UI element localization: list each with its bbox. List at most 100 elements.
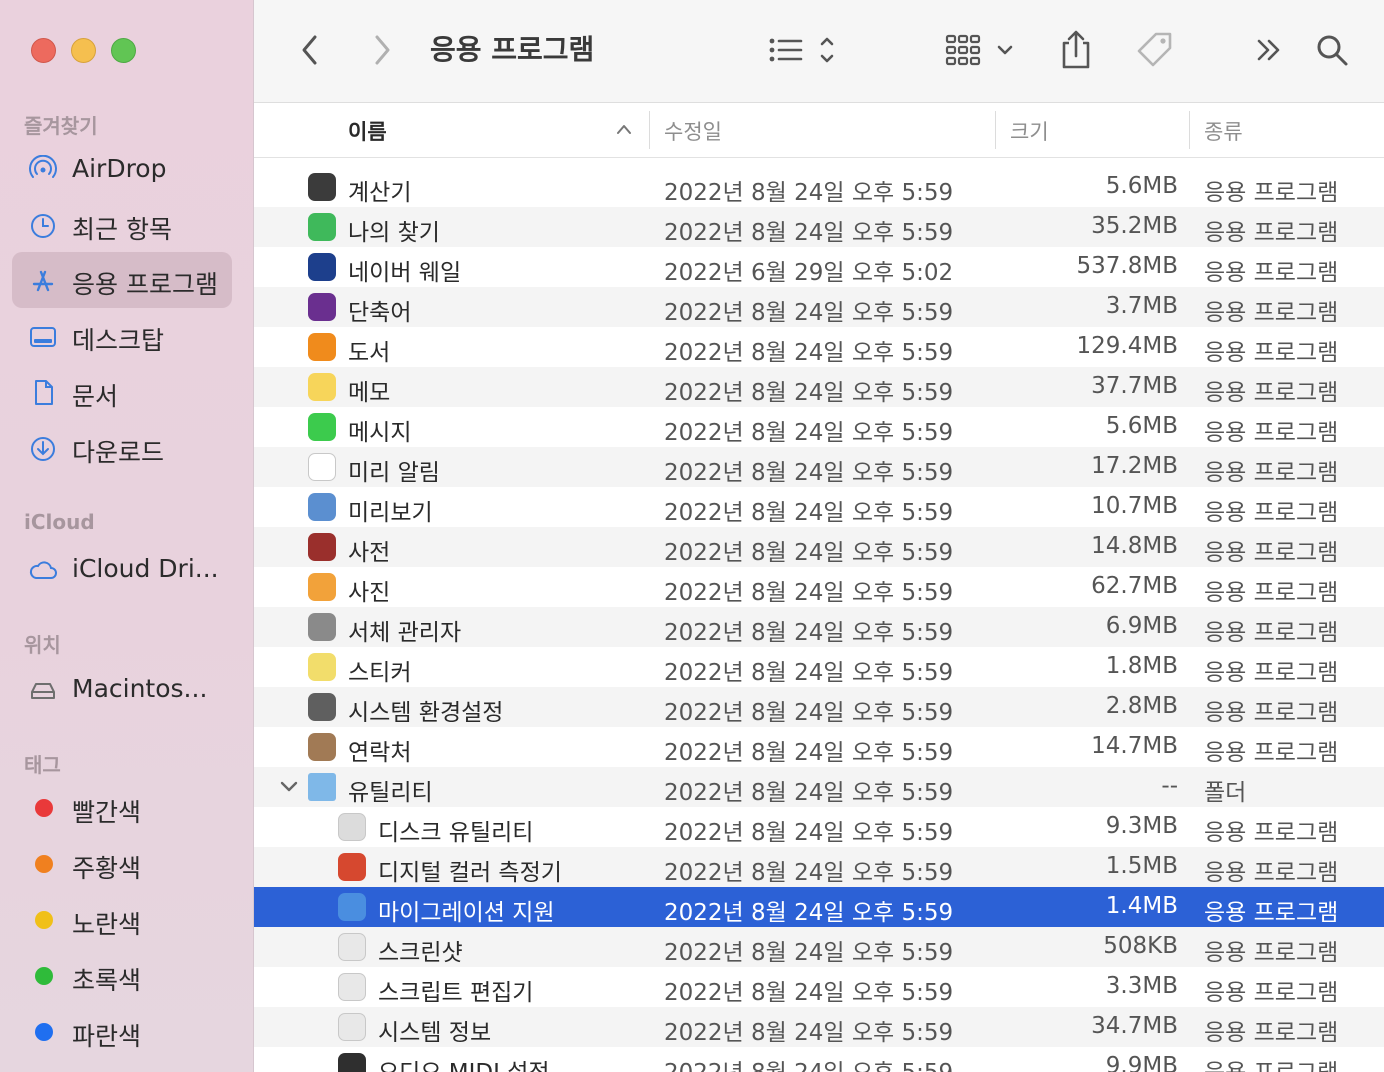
minimize-window-button[interactable] [71, 38, 96, 63]
tag-dot [35, 911, 53, 929]
sidebar: 즐겨찾기 AirDrop 최근 항목 응용 프로그램 데스크탑 문서 다운로드 … [0, 0, 254, 1072]
file-date: 2022년 8월 24일 오후 5:59 [664, 300, 954, 326]
file-row[interactable]: 네이버 웨일 2022년 6월 29일 오후 5:02 537.8MB 응용 프로그램 [254, 247, 1384, 287]
column-header-size[interactable]: 크기 [996, 103, 1188, 157]
sidebar-tag-blue[interactable]: 파란색 [12, 1004, 232, 1060]
file-kind: 응용 프로그램 [1204, 620, 1339, 646]
sidebar-item-icloud-drive[interactable]: iCloud Dri... [12, 541, 232, 597]
chevron-down-icon[interactable] [278, 775, 300, 797]
books-icon [308, 333, 336, 361]
chevron-left-icon [302, 35, 317, 65]
file-kind: 응용 프로그램 [1204, 1020, 1339, 1046]
file-kind: 응용 프로그램 [1204, 900, 1339, 926]
gear-icon [308, 693, 336, 721]
sidebar-tag-red[interactable]: 빨간색 [12, 780, 232, 836]
sidebar-item-label: iCloud Dri... [72, 554, 219, 583]
font-book-icon [308, 613, 336, 641]
notes-icon [308, 373, 336, 401]
sidebar-item-recents[interactable]: 최근 항목 [12, 197, 232, 253]
back-button[interactable] [292, 26, 328, 74]
sidebar-heading-tags: 태그 [24, 753, 61, 777]
close-window-button[interactable] [31, 38, 56, 63]
file-date: 2022년 8월 24일 오후 5:59 [664, 700, 954, 726]
column-header-kind[interactable]: 종류 [1190, 103, 1384, 157]
search-button[interactable] [1312, 26, 1352, 74]
file-date: 2022년 8월 24일 오후 5:59 [664, 620, 954, 646]
file-kind: 응용 프로그램 [1204, 540, 1339, 566]
sidebar-item-airdrop[interactable]: AirDrop [12, 141, 232, 197]
sidebar-heading-locations: 위치 [24, 633, 61, 657]
file-row[interactable]: 미리보기 2022년 8월 24일 오후 5:59 10.7MB 응용 프로그램 [254, 487, 1384, 527]
file-row[interactable]: 메시지 2022년 8월 24일 오후 5:59 5.6MB 응용 프로그램 [254, 407, 1384, 447]
file-row[interactable]: 스크립트 편집기 2022년 8월 24일 오후 5:59 3.3MB 응용 프로그램 [254, 967, 1384, 1007]
file-date: 2022년 8월 24일 오후 5:59 [664, 540, 954, 566]
file-row[interactable]: 메모 2022년 8월 24일 오후 5:59 37.7MB 응용 프로그램 [254, 367, 1384, 407]
file-name: 스티커 [348, 660, 412, 686]
file-row[interactable]: 나의 찾기 2022년 8월 24일 오후 5:59 35.2MB 응용 프로그램 [254, 207, 1384, 247]
file-kind: 응용 프로그램 [1204, 500, 1339, 526]
cloud-icon [29, 561, 57, 579]
column-header-date[interactable]: 수정일 [650, 103, 994, 157]
more-toolbar-button[interactable] [1252, 26, 1286, 74]
file-size: 34.7MB [1091, 1013, 1178, 1039]
zoom-window-button[interactable] [111, 38, 136, 63]
sidebar-tag-orange[interactable]: 주황색 [12, 836, 232, 892]
file-name: 나의 찾기 [348, 220, 440, 246]
file-name: 스크립트 편집기 [378, 980, 534, 1006]
file-size: 6.9MB [1105, 613, 1178, 639]
file-size: 3.3MB [1105, 973, 1178, 999]
file-row[interactable]: 디스크 유틸리티 2022년 8월 24일 오후 5:59 9.3MB 응용 프로그램 [254, 807, 1384, 847]
window-title: 응용 프로그램 [430, 33, 595, 66]
file-kind: 응용 프로그램 [1204, 220, 1339, 246]
file-row[interactable]: 시스템 정보 2022년 8월 24일 오후 5:59 34.7MB 응용 프로그램 [254, 1007, 1384, 1047]
sidebar-item-macintosh-hd[interactable]: Macintos... [12, 661, 232, 717]
file-size: 17.2MB [1091, 453, 1178, 479]
group-button[interactable] [944, 26, 1020, 74]
color-meter-icon [338, 853, 366, 881]
sidebar-item-downloads[interactable]: 다운로드 [12, 420, 232, 476]
file-row[interactable]: 도서 2022년 8월 24일 오후 5:59 129.4MB 응용 프로그램 [254, 327, 1384, 367]
sidebar-item-applications[interactable]: 응용 프로그램 [12, 252, 232, 308]
file-row[interactable]: 스크린샷 2022년 8월 24일 오후 5:59 508KB 응용 프로그램 [254, 927, 1384, 967]
grid-icon [945, 34, 1013, 66]
forward-button[interactable] [364, 26, 400, 74]
file-size: 1.5MB [1105, 853, 1178, 879]
view-options-button[interactable] [764, 26, 844, 74]
file-name: 메시지 [348, 420, 412, 446]
file-row[interactable]: 사전 2022년 8월 24일 오후 5:59 14.8MB 응용 프로그램 [254, 527, 1384, 567]
file-name: 네이버 웨일 [348, 260, 462, 286]
sidebar-item-desktop[interactable]: 데스크탑 [12, 308, 232, 364]
file-row[interactable]: 시스템 환경설정 2022년 8월 24일 오후 5:59 2.8MB 응용 프로그램 [254, 687, 1384, 727]
file-date: 2022년 8월 24일 오후 5:59 [664, 340, 954, 366]
file-row[interactable]: 단축어 2022년 8월 24일 오후 5:59 3.7MB 응용 프로그램 [254, 287, 1384, 327]
file-row[interactable]: 서체 관리자 2022년 8월 24일 오후 5:59 6.9MB 응용 프로그램 [254, 607, 1384, 647]
file-date: 2022년 8월 24일 오후 5:59 [664, 900, 954, 926]
folder-row[interactable]: 유틸리티 2022년 8월 24일 오후 5:59 -- 폴더 [254, 767, 1384, 807]
file-row[interactable]: 디지털 컬러 측정기 2022년 8월 24일 오후 5:59 1.5MB 응용 프로… [254, 847, 1384, 887]
share-button[interactable] [1054, 26, 1098, 74]
file-name: 미리 알림 [348, 460, 440, 486]
file-row[interactable]: 스티커 2022년 8월 24일 오후 5:59 1.8MB 응용 프로그램 [254, 647, 1384, 687]
file-row[interactable]: 마이그레이션 지원 2022년 8월 24일 오후 5:59 1.4MB 응용 프로그… [254, 887, 1384, 927]
file-size: 5.6MB [1105, 173, 1178, 199]
tag-button[interactable] [1132, 26, 1178, 74]
file-size: 14.8MB [1091, 533, 1178, 559]
file-date: 2022년 8월 24일 오후 5:59 [664, 860, 954, 886]
file-size: -- [1161, 773, 1178, 799]
file-kind: 응용 프로그램 [1204, 580, 1339, 606]
file-date: 2022년 8월 24일 오후 5:59 [664, 580, 954, 606]
file-row[interactable]: 미리 알림 2022년 8월 24일 오후 5:59 17.2MB 응용 프로그램 [254, 447, 1384, 487]
airdrop-icon [29, 155, 57, 178]
file-name: 오디오 MIDI 설정 [378, 1053, 550, 1072]
file-row[interactable]: 연락처 2022년 8월 24일 오후 5:59 14.7MB 응용 프로그램 [254, 727, 1384, 767]
sidebar-tag-yellow[interactable]: 노란색 [12, 892, 232, 948]
file-row[interactable]: 사진 2022년 8월 24일 오후 5:59 62.7MB 응용 프로그램 [254, 567, 1384, 607]
sidebar-tag-label: 파란색 [72, 1022, 142, 1051]
file-row[interactable]: 오디오 MIDI 설정 2022년 8월 24일 오후 5:59 9.9MB 응용 프… [254, 1047, 1384, 1072]
search-icon [1317, 35, 1348, 66]
sidebar-item-documents[interactable]: 문서 [12, 364, 232, 420]
sidebar-tag-green[interactable]: 초록색 [12, 948, 232, 1004]
column-header-name[interactable]: 이름 [254, 103, 648, 157]
file-row[interactable]: 계산기 2022년 8월 24일 오후 5:59 5.6MB 응용 프로그램 [254, 167, 1384, 207]
file-date: 2022년 8월 24일 오후 5:59 [664, 420, 954, 446]
